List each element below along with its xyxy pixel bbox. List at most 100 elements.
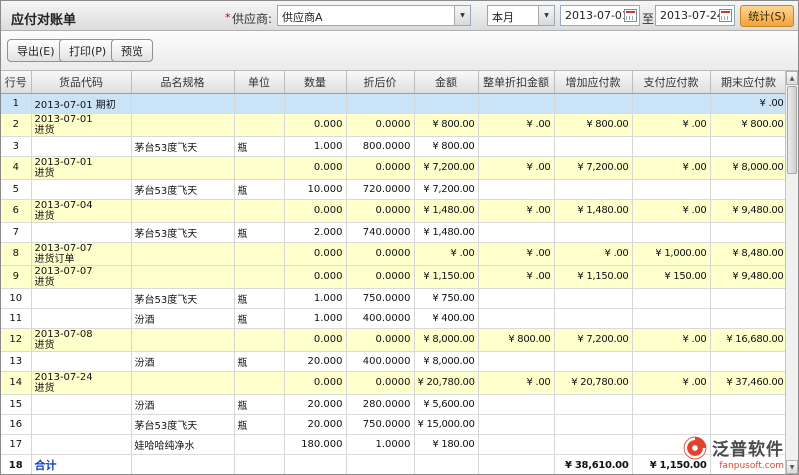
grid-body: 12013-07-01 期初¥ .0022013-07-01进货0.0000.0… [1,93,787,474]
calendar-icon[interactable] [624,9,637,22]
column-header-quantity[interactable]: 数量 [284,71,346,93]
cell-payable-paid [632,179,710,199]
page-title: 应付对账单 [11,9,76,28]
supplier-select[interactable]: 供应商A ▼ [277,5,471,26]
table-row[interactable]: 62013-07-04进货0.0000.0000¥ 1,480.00¥ .00¥… [1,199,787,222]
cell-payable-paid [632,93,710,113]
stats-button[interactable]: 统计(S) [740,5,794,27]
table-row[interactable]: 122013-07-08进货0.0000.0000¥ 8,000.00¥ 800… [1,328,787,351]
table-row[interactable]: 142013-07-24进货0.0000.0000¥ 20,780.00¥ .0… [1,371,787,394]
cell-quantity: 180.000 [284,434,346,454]
arrow-down-icon: ▼ [790,464,795,471]
watermark-brand: 泛普软件 [712,440,784,460]
cell-quantity: 0.000 [284,328,346,351]
scroll-up-button[interactable]: ▲ [786,71,798,85]
cell-payable-paid: ¥ .00 [632,199,710,222]
cell-payable-paid: ¥ 150.00 [632,265,710,288]
cell-unit [234,93,284,113]
cell-item-code [31,394,131,414]
table-row[interactable]: 16茅台53度飞天瓶20.000750.0000¥ 15,000.00 [1,414,787,434]
cell-item-name: 茅台53度飞天 [131,288,234,308]
table-row[interactable]: 7茅台53度飞天瓶2.000740.0000¥ 1,480.00 [1,222,787,242]
cell-payable-paid [632,308,710,328]
column-header-item-code[interactable]: 货品代码 [31,71,131,93]
date-to-input[interactable]: 2013-07-24 [655,5,735,26]
column-header-payable-paid[interactable]: 支付应付款 [632,71,710,93]
chevron-down-icon[interactable]: ▼ [538,6,554,25]
column-header-unit[interactable]: 单位 [234,71,284,93]
vertical-scrollbar[interactable]: ▲ ▼ [785,71,798,474]
cell-quantity: 10.000 [284,179,346,199]
scroll-thumb[interactable] [787,86,797,174]
cell-quantity: 1.000 [284,288,346,308]
chevron-down-icon[interactable]: ▼ [454,6,470,25]
column-header-row-number[interactable]: 行号 [1,71,31,93]
cell-row-number: 1 [1,93,31,113]
cell-unit [234,434,284,454]
table-row[interactable]: 17娃哈哈纯净水180.0001.0000¥ 180.00 [1,434,787,454]
table-row[interactable]: 3茅台53度飞天瓶1.000800.0000¥ 800.00 [1,136,787,156]
cell-item-code [31,288,131,308]
print-button[interactable]: 打印(P) [59,39,116,62]
cell-amount: ¥ 7,200.00 [414,179,478,199]
table-row[interactable]: 22013-07-01进货0.0000.0000¥ 800.00¥ .00¥ 8… [1,113,787,136]
cell-payable-ending [710,222,787,242]
reconciliation-grid: 行号 货品代码 品名规格 单位 数量 折后价 金额 整单折扣金额 增加应付款 支… [1,71,787,474]
cell-order-discount [478,414,554,434]
calendar-icon[interactable] [719,9,732,22]
required-mark: * [225,11,231,24]
table-row[interactable]: 10茅台53度飞天瓶1.000750.0000¥ 750.00 [1,288,787,308]
preview-button[interactable]: 预览 [111,39,153,62]
cell-item-name [131,93,234,113]
column-header-item-name[interactable]: 品名规格 [131,71,234,93]
cell-payable-increase [554,288,632,308]
export-button[interactable]: 导出(E) [7,39,65,62]
table-row[interactable]: 13汾酒瓶20.000400.0000¥ 8,000.00 [1,351,787,371]
period-select[interactable]: 本月 ▼ [487,5,555,26]
cell-item-code: 合计 [31,454,131,474]
table-row[interactable]: 11汾酒瓶1.000400.0000¥ 400.00 [1,308,787,328]
cell-order-discount: ¥ .00 [478,156,554,179]
cell-payable-increase: ¥ 1,150.00 [554,265,632,288]
cell-payable-increase: ¥ 800.00 [554,113,632,136]
cell-item-name [131,113,234,136]
column-header-payable-increase[interactable]: 增加应付款 [554,71,632,93]
table-row[interactable]: 15汾酒瓶20.000280.0000¥ 5,600.00 [1,394,787,414]
column-header-discounted-price[interactable]: 折后价 [346,71,414,93]
cell-payable-ending: ¥ 9,480.00 [710,265,787,288]
table-row[interactable]: 42013-07-01进货0.0000.0000¥ 7,200.00¥ .00¥… [1,156,787,179]
cell-unit: 瓶 [234,288,284,308]
cell-discounted-price: 0.0000 [346,265,414,288]
to-label: 至 [642,10,654,27]
fanpu-logo-icon [682,435,708,461]
cell-item-code [31,179,131,199]
table-row[interactable]: 18合计¥ 38,610.00¥ 1,150.00 [1,454,787,474]
cell-item-name: 汾酒 [131,351,234,371]
column-header-amount[interactable]: 金额 [414,71,478,93]
cell-amount: ¥ 8,000.00 [414,351,478,371]
cell-quantity [284,93,346,113]
cell-amount: ¥ 1,150.00 [414,265,478,288]
column-header-payable-ending[interactable]: 期末应付款 [710,71,787,93]
table-row[interactable]: 5茅台53度飞天瓶10.000720.0000¥ 7,200.00 [1,179,787,199]
cell-payable-paid [632,394,710,414]
column-header-order-discount[interactable]: 整单折扣金额 [478,71,554,93]
cell-row-number: 10 [1,288,31,308]
cell-order-discount [478,136,554,156]
cell-quantity: 0.000 [284,113,346,136]
cell-item-name [131,454,234,474]
scroll-down-button[interactable]: ▼ [786,460,798,474]
cell-order-discount [478,179,554,199]
cell-payable-ending: ¥ 9,480.00 [710,199,787,222]
table-row[interactable]: 82013-07-07进货订单0.0000.0000¥ .00¥ .00¥ .0… [1,242,787,265]
table-row[interactable]: 92013-07-07进货0.0000.0000¥ 1,150.00¥ .00¥… [1,265,787,288]
date-from-input[interactable]: 2013-07-01 [560,5,640,26]
cell-unit: 瓶 [234,394,284,414]
cell-item-name [131,328,234,351]
table-row[interactable]: 12013-07-01 期初¥ .00 [1,93,787,113]
cell-unit [234,242,284,265]
cell-item-name [131,242,234,265]
cell-payable-ending: ¥ .00 [710,93,787,113]
cell-row-number: 16 [1,414,31,434]
cell-order-discount [478,394,554,414]
